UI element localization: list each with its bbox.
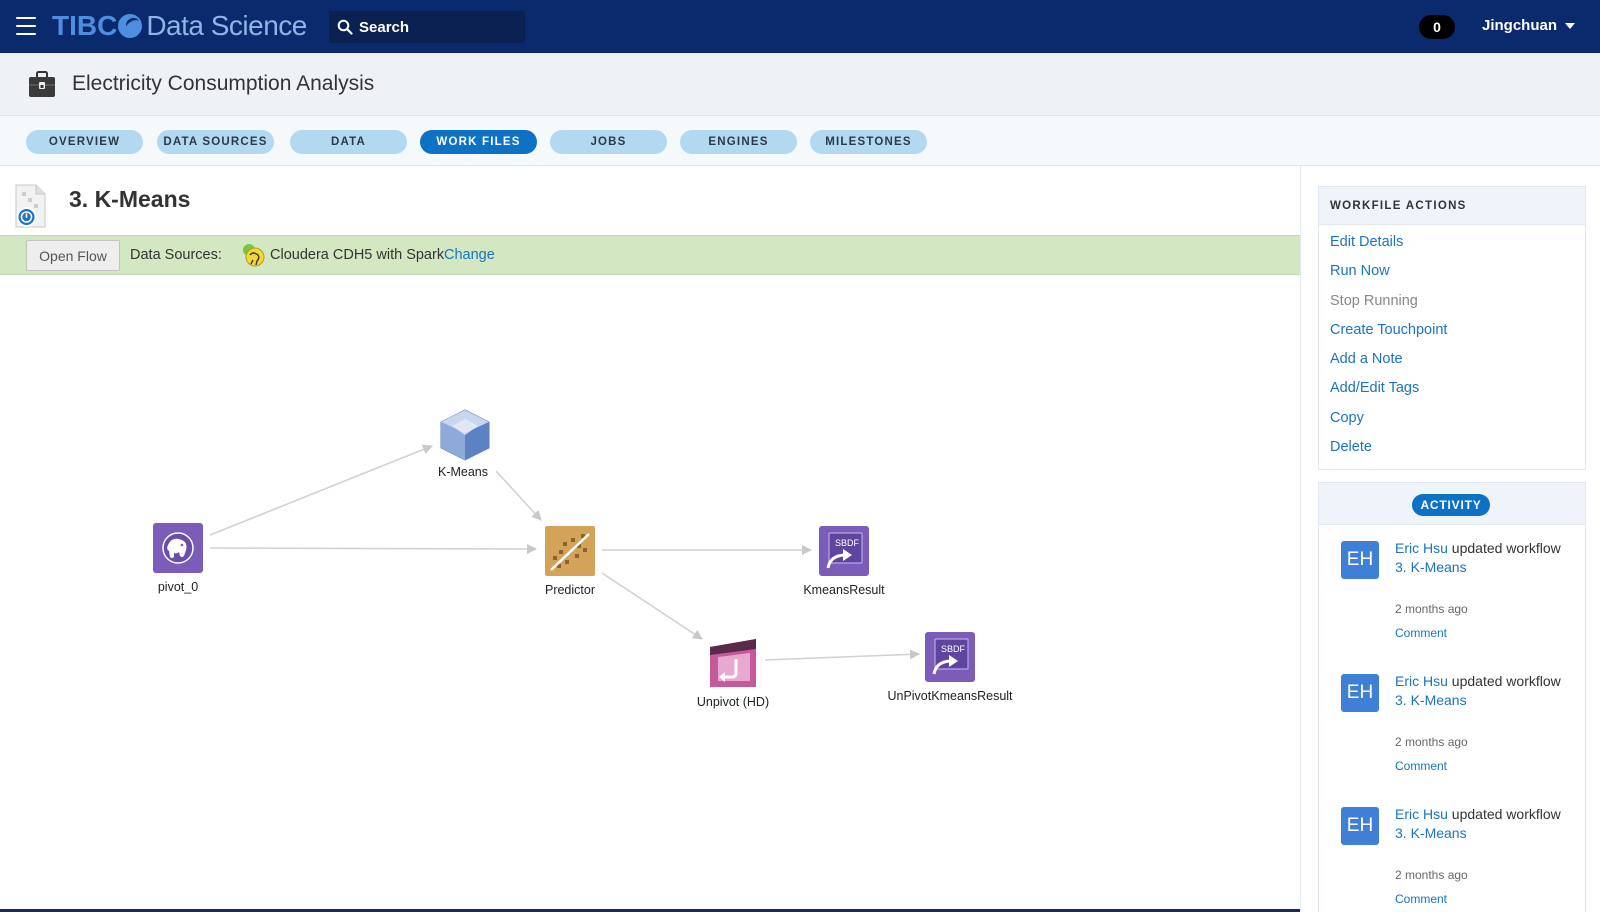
tab-jobs[interactable]: JOBS [550,130,667,154]
data-sources-label: Data Sources: [130,247,222,263]
run-now-link[interactable]: Run Now [1330,263,1585,292]
activity-timestamp: 2 months ago [1395,735,1468,749]
workspace-header: Electricity Consumption Analysis [0,53,1600,116]
edge-pivot-to-predictor [209,543,537,554]
activity-timestamp: 2 months ago [1395,868,1468,882]
brand-swirl-icon [118,14,143,38]
sbdf-badge-text: SBDF [941,644,966,654]
tab-engines[interactable]: ENGINES [680,130,797,154]
flow-node-unpivotresult[interactable]: SBDF UnPivotKmeansResult [887,632,1013,703]
tab-data[interactable]: DATA [290,130,407,154]
activity-item: EH Eric Hsu updated workflow 3. K-Means … [1319,525,1585,658]
flow-node-unpivot[interactable]: Unpivot (HD) [697,637,769,709]
caret-down-icon [1565,22,1576,29]
activity-user-link[interactable]: Eric Hsu [1395,540,1448,556]
flow-node-kmeansresult[interactable]: SBDF KmeansResult [803,526,885,597]
tab-work-files[interactable]: WORK FILES [420,130,537,154]
activity-header: ACTIVITY [1319,483,1585,525]
hadoop-dataset-icon [153,523,203,573]
flow-node-label: Unpivot (HD) [696,695,770,709]
avatar[interactable]: EH [1341,807,1379,845]
data-source-name: Cloudera CDH5 with Spark [270,247,445,263]
activity-user-link[interactable]: Eric Hsu [1395,806,1448,822]
activity-timestamp: 2 months ago [1395,602,1468,616]
unpivot-icon [710,639,756,687]
activity-action: updated workflow [1451,673,1561,689]
delete-link[interactable]: Delete [1330,439,1585,468]
workspace-tabs: OVERVIEW DATA SOURCES DATA WORK FILES JO… [0,116,1600,166]
edge-pivot-to-kmeans [209,444,433,536]
kmeans-hexagon-icon [440,409,490,461]
workflow-file-icon [15,184,46,228]
flow-node-pivot[interactable]: pivot_0 [153,523,203,594]
panel-divider [1300,166,1301,912]
activity-target-link[interactable]: 3. K-Means [1395,825,1467,841]
workflow-canvas[interactable]: pivot_0 K-Means Predictor SBDF KmeansRes… [0,276,1300,912]
create-touchpoint-link[interactable]: Create Touchpoint [1330,322,1585,351]
flow-node-label: KmeansResult [803,583,885,597]
activity-panel: ACTIVITY EH Eric Hsu updated workflow 3.… [1318,482,1586,912]
edit-details-link[interactable]: Edit Details [1330,234,1585,263]
avatar[interactable]: EH [1341,674,1379,712]
tab-milestones[interactable]: MILESTONES [810,130,927,154]
hadoop-elephant-icon [243,244,265,267]
data-source-bar: Open Flow Data Sources: Cloudera CDH5 wi… [0,235,1300,275]
activity-item: EH Eric Hsu updated workflow 3. K-Means … [1319,658,1585,791]
activity-text: Eric Hsu updated workflow 3. K-Means [1395,805,1580,843]
brand-secondary: Data Science [146,10,307,41]
comment-link[interactable]: Comment [1395,626,1447,640]
activity-action: updated workflow [1451,540,1561,556]
workfile-title-text: 3. K-Means [69,186,191,212]
user-name: Jingchuan [1482,17,1558,34]
activity-action: updated workflow [1451,806,1561,822]
workfile-actions-panel: WORKFILE ACTIONS Edit Details Run Now St… [1318,186,1586,470]
sbdf-badge-text: SBDF [835,538,860,548]
add-edit-tags-link[interactable]: Add/Edit Tags [1330,380,1585,409]
activity-text: Eric Hsu updated workflow 3. K-Means [1395,672,1580,710]
workspace-title: Electricity Consumption Analysis [72,72,375,95]
activity-tab[interactable]: ACTIVITY [1412,494,1490,516]
tab-data-sources[interactable]: DATA SOURCES [157,130,274,154]
sbdf-export-icon: SBDF [819,526,869,576]
notification-count-badge[interactable]: 0 [1419,15,1455,39]
edge-unpivot-to-unpivotresult [764,649,920,661]
tab-overview[interactable]: OVERVIEW [26,130,143,154]
activity-user-link[interactable]: Eric Hsu [1395,673,1448,689]
flow-node-label: UnPivotKmeansResult [887,689,1013,703]
flow-node-kmeans[interactable]: K-Means [438,409,492,479]
activity-target-link[interactable]: 3. K-Means [1395,692,1467,708]
activity-item: EH Eric Hsu updated workflow 3. K-Means … [1319,791,1585,912]
search-box[interactable] [329,11,525,43]
copy-link[interactable]: Copy [1330,410,1585,439]
flow-node-predictor[interactable]: Predictor [545,526,595,597]
user-menu[interactable]: Jingchuan [1482,17,1576,34]
stop-running-link: Stop Running [1330,292,1418,309]
workfile-title: 3. K-Means [69,186,190,213]
flow-node-label: pivot_0 [157,580,199,594]
predictor-icon [545,526,595,576]
brand-primary: TIBC [52,10,118,41]
top-navigation-bar: TIBC Data Science 0 Jingchuan [0,0,1600,53]
workfile-actions-list: Edit Details Run Now Stop Running Create… [1319,225,1585,468]
flow-node-label: Predictor [544,583,596,597]
search-input[interactable] [359,18,519,36]
avatar[interactable]: EH [1341,541,1379,579]
change-data-source-link[interactable]: Change [444,247,495,263]
hamburger-menu-icon[interactable] [16,17,36,35]
comment-link[interactable]: Comment [1395,892,1447,906]
activity-text: Eric Hsu updated workflow 3. K-Means [1395,539,1580,577]
flow-node-label: K-Means [437,465,489,479]
add-note-link[interactable]: Add a Note [1330,351,1585,380]
open-flow-button[interactable]: Open Flow [26,240,120,271]
briefcase-icon [29,71,55,97]
activity-target-link[interactable]: 3. K-Means [1395,559,1467,575]
brand-logo[interactable]: TIBC Data Science [52,9,307,43]
comment-link[interactable]: Comment [1395,759,1447,773]
sbdf-export-icon: SBDF [925,632,975,682]
workfile-actions-title: WORKFILE ACTIONS [1319,187,1585,225]
search-icon [337,19,353,35]
